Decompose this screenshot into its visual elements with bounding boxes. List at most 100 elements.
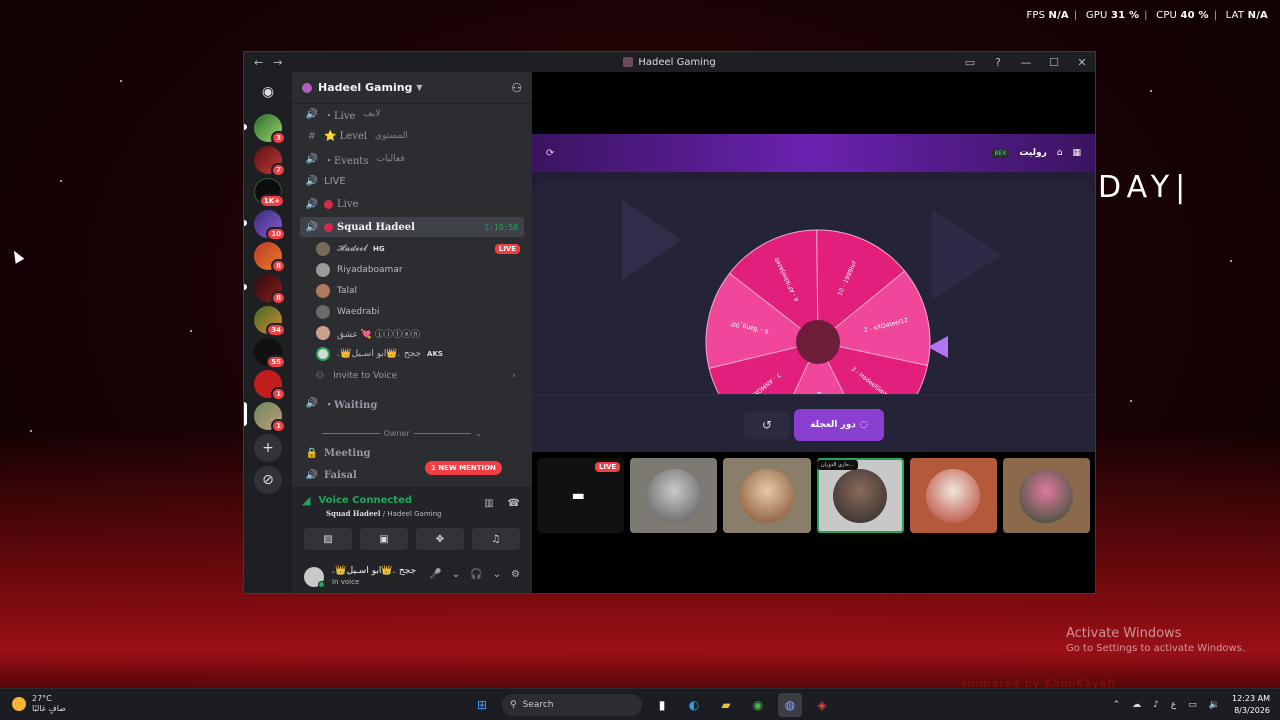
new-mention-pill[interactable]: 1 NEW MENTION [425,461,502,475]
voice-server-name: Hadeel Gaming [387,510,442,518]
star [120,80,122,82]
forward-arrow-icon[interactable]: → [273,56,282,69]
channel-name: ・Live [324,110,356,122]
volume-icon[interactable]: 🔉 [1209,700,1220,710]
language-indicator[interactable]: ع [1171,700,1176,710]
headphones-icon[interactable]: 🎧 [470,569,482,580]
invite-to-voice[interactable]: ⚇ Invite to Voice › [316,366,524,386]
app-icon[interactable]: ◈ [810,693,834,717]
voice-user[interactable]: Waedrabi [316,302,524,322]
server-icon-hadeel-gaming[interactable]: 1 [254,402,286,433]
server-icon[interactable]: 8 [254,242,286,273]
window-title-text: Hadeel Gaming [638,56,716,68]
server-icon[interactable]: 1K+ [254,178,285,208]
server-icon[interactable]: 10 [254,210,286,241]
stream-tile[interactable]: ▬ LIVE [537,458,625,533]
channel-arabic: فعاليات [376,154,405,164]
invite-people-icon[interactable]: ⚇ [511,81,522,95]
lock-icon: 🔒 [305,447,319,459]
voice-user[interactable]: عشق 💘 ⓙⓘⓛⓐⓝ [316,323,524,343]
back-arrow-icon[interactable]: ← [254,56,263,69]
current-user-name[interactable]: ججح ۦ👑ابو اسـيل👑ۦ [332,566,416,576]
add-server-icon[interactable]: + [254,434,282,462]
chevron-down-icon[interactable]: ⌄ [452,569,460,580]
server-icon[interactable]: 55 [254,338,286,369]
participant-tile[interactable] [1002,458,1091,533]
discord-home-icon[interactable]: ◉ [254,78,282,106]
reset-button[interactable]: ↺ [744,411,790,439]
noise-suppression-icon[interactable]: ▥ [484,498,493,509]
minimize-button[interactable]: — [1019,56,1033,69]
user-name: ججح ۦ👑ابو اسـيل👑ۦ [337,349,422,359]
activities-button[interactable]: ✥ [416,528,464,550]
gpu-label: GPU [1085,10,1108,21]
participant-tile[interactable] [630,458,718,533]
chevron-down-icon[interactable]: ⌄ [493,569,501,580]
channel-live[interactable]: 🔊 Live [300,194,524,214]
edge-icon[interactable]: ◐ [682,693,706,717]
inbox-icon[interactable]: ▭ [963,56,977,69]
red-dot-icon [324,222,333,232]
channel-level[interactable]: # ⭐ Level المستوى [300,126,524,146]
voice-user[interactable]: Talal [316,281,524,301]
signal-icon[interactable]: ◢ [302,494,310,507]
server-icon[interactable]: 3 [254,114,286,145]
server-icon[interactable]: 1 [254,370,286,401]
participant-tile[interactable] [723,458,811,533]
cpu-value: 40 % [1180,10,1209,21]
activate-title: Activate Windows [1066,626,1182,641]
activity-chip: BEX [991,148,1010,158]
screen-share-button[interactable]: ▣ [360,528,408,550]
cloud-icon[interactable]: ☁ [1132,700,1141,710]
voice-user[interactable]: 𝓗𝓪𝓭𝓮𝓮𝓵 HG LIVE [316,239,524,259]
file-explorer-icon[interactable]: ▰ [714,693,738,717]
voice-user[interactable]: Riyadaboamar [316,260,524,280]
chevron-up-icon[interactable]: ⌃ [1113,700,1121,710]
help-icon[interactable]: ? [991,56,1005,69]
user-name: Waedrabi [337,307,380,317]
voice-status[interactable]: Voice Connected [318,495,412,506]
clock[interactable]: 12:23 AM 8/3/2026 [1232,693,1270,717]
owner-category[interactable]: Owner ⌄ [322,426,482,440]
server-icon[interactable]: 34 [254,306,286,337]
avatar [316,347,330,361]
server-icon[interactable]: 8 [254,274,286,305]
participant-tile[interactable] [909,458,997,533]
server-name: Hadeel Gaming [318,81,413,94]
start-icon[interactable]: ⊞ [470,693,494,717]
search-box[interactable]: ⚲ Search [502,694,642,716]
chrome-icon[interactable]: ◉ [746,693,770,717]
hashtag-icon: # [307,130,317,142]
grid-icon[interactable]: ▦ [1072,148,1081,158]
channel-live-caps[interactable]: 🔊 LIVE [300,171,524,191]
disconnect-icon[interactable]: ☎ [508,498,520,509]
time: 12:23 AM [1232,694,1270,703]
channel-name: Live [337,198,359,210]
discover-icon[interactable]: ⊘ [254,466,282,494]
microphone-icon[interactable]: ♪ [1153,700,1159,710]
home-icon[interactable]: ⌂ [1057,148,1063,158]
channel-squad-hadeel[interactable]: 🔊 Squad Hadeel 1:19:58 [300,217,524,237]
server-header[interactable]: Hadeel Gaming ▼ ⚇ [292,72,532,104]
server-icon[interactable]: 7 [254,146,286,177]
task-view-icon[interactable]: ▮ [650,693,674,717]
camera-off-button[interactable]: ▨ [304,528,352,550]
channel-meeting[interactable]: 🔒 Meeting [300,443,524,463]
network-icon[interactable]: ▭ [1188,700,1197,710]
mention-badge: 1K+ [258,194,285,208]
channel-name: ・Waiting [324,399,378,411]
maximize-button[interactable]: ☐ [1047,56,1061,69]
soundboard-button[interactable]: ♫ [472,528,520,550]
refresh-icon[interactable]: ⟳ [546,148,554,159]
spin-wheel-button[interactable]: دور العجلة ◌ [794,409,884,441]
voice-user[interactable]: ججح ۦ👑ابو اسـيل👑ۦ AKS [316,344,524,364]
microphone-icon[interactable]: 🎤 [429,569,441,580]
weather-widget[interactable]: 27°C صافٍ غالبًا [12,694,66,714]
discord-taskbar-icon[interactable]: ◍ [778,693,802,717]
channel-events[interactable]: 🔊 ・Events فعاليات [300,149,524,169]
channel-live-ar[interactable]: 🔊 ・Live لايف [300,104,524,124]
channel-waiting[interactable]: 🔊 ・Waiting [300,393,524,413]
close-button[interactable]: ✕ [1075,56,1089,69]
avatar [316,263,330,277]
gear-icon[interactable]: ⚙ [511,569,520,580]
